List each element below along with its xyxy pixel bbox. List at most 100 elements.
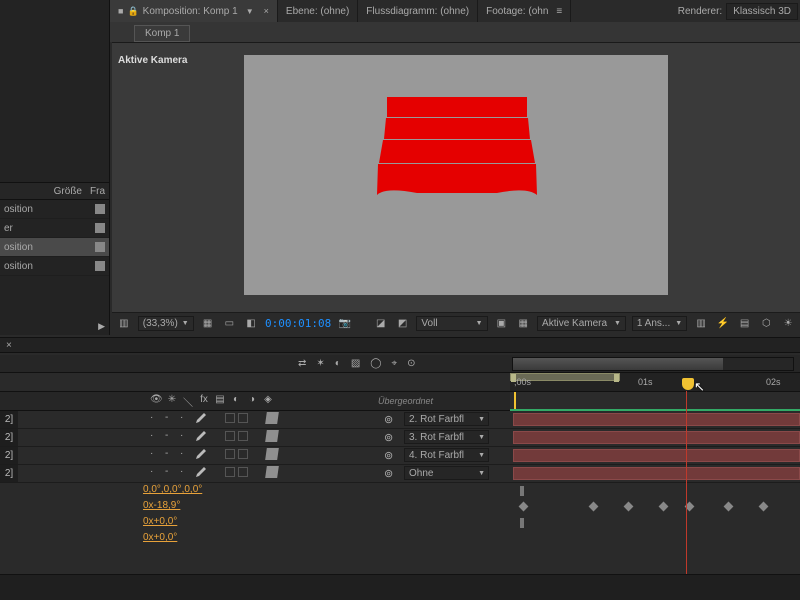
checkbox[interactable] [238,449,248,459]
eye-toggle[interactable]: · [150,412,162,424]
time-ruler[interactable]: ;00s 01s 02s ↖ [510,373,800,391]
shy-icon[interactable]: ⇄ [298,358,306,369]
flowchart-icon[interactable]: ⬡ [759,316,775,332]
layer-row[interactable]: 2]·-·⊚4. Rot Farbfl [0,447,800,465]
graph-editor-icon[interactable]: ⌖ [391,358,397,369]
layer-bar-track[interactable] [510,429,800,446]
scrollbar-thumb[interactable] [513,358,723,370]
keyframe-icon[interactable] [519,502,529,512]
close-icon[interactable]: × [264,6,269,16]
checkbox[interactable] [225,413,235,423]
adjustment-icon[interactable]: ◑ [246,394,258,409]
guides-icon[interactable]: ▭ [221,316,237,332]
current-time[interactable]: 0:00:01:08 [265,317,331,330]
keyframe-icon[interactable] [520,486,524,496]
tab-footage[interactable]: Footage: (ohn≡ [478,0,571,22]
keyframe-track[interactable] [510,515,800,531]
pickwhip-icon[interactable]: ⊚ [384,431,393,444]
shy-toggle[interactable]: - [165,466,177,478]
pencil-icon[interactable] [195,466,207,478]
pickwhip-icon[interactable]: ⊚ [384,449,393,462]
panel-menu-icon[interactable]: ≡ [556,6,562,17]
pencil-icon[interactable] [195,430,207,442]
shy-toggle[interactable]: - [165,448,177,460]
property-value[interactable]: 0x+0,0° [143,516,177,527]
grid-icon[interactable]: ▦ [200,316,216,332]
keyframe-icon[interactable] [520,518,524,528]
views-count-dropdown[interactable]: 1 Ans...▼ [632,316,687,331]
keyframe-track[interactable] [510,483,800,499]
keyframe-track[interactable] [510,499,800,515]
cti-line[interactable] [686,391,687,600]
shy-icon[interactable]: ✳ [166,394,178,409]
keyframe-icon[interactable] [724,502,734,512]
parent-dropdown[interactable]: 4. Rot Farbfl [404,448,489,462]
keyframe-icon[interactable] [624,502,634,512]
3d-cube-icon[interactable] [265,448,279,460]
channel-icon[interactable]: ◩ [395,316,411,332]
solo-toggle[interactable]: · [180,466,192,478]
tab-layer[interactable]: Ebene: (ohne) [278,0,358,22]
reset-exposure-icon[interactable]: ☀ [780,316,796,332]
cti-head[interactable] [682,378,694,390]
keyframe-icon[interactable] [759,502,769,512]
layer-bar[interactable] [513,413,800,426]
layer-row[interactable]: 2]·-·⊚Ohne [0,465,800,483]
eye-toggle[interactable]: · [150,448,162,460]
project-row[interactable]: osition [0,200,109,219]
eye-icon[interactable]: 👁 [150,394,162,409]
3d-icon[interactable]: ◈ [262,394,274,409]
fx-icon[interactable]: fx [198,394,210,409]
scrollbar[interactable] [512,357,794,371]
3d-cube-icon[interactable] [265,466,279,478]
checkbox[interactable] [225,431,235,441]
layer-bar[interactable] [513,449,800,462]
layer-bar-track[interactable] [510,447,800,464]
channel-icon[interactable]: ◪ [373,316,389,332]
fast-preview-icon[interactable]: ⚡ [715,316,731,332]
pencil-icon[interactable] [195,412,207,424]
star-icon[interactable]: ✶ [316,358,324,369]
brainstorm-icon[interactable]: ◯ [370,358,381,369]
solo-toggle[interactable]: · [180,448,192,460]
shy-toggle[interactable]: - [165,412,177,424]
solo-toggle[interactable]: · [180,412,192,424]
solo-toggle[interactable]: · [180,430,192,442]
property-value[interactable]: 0,0°,0,0°,0,0° [143,484,202,495]
3d-cube-icon[interactable] [265,430,279,442]
property-value[interactable]: 0x-18,9° [143,500,180,511]
roi-icon[interactable]: ▣ [494,316,510,332]
eye-toggle[interactable]: · [150,430,162,442]
layer-bar[interactable] [513,467,800,480]
property-row[interactable]: 0x-18,9° [0,499,800,515]
pencil-icon[interactable] [195,448,207,460]
layer-row[interactable]: 2]·-·⊚2. Rot Farbfl [0,411,800,429]
timeline-icon[interactable]: ▤ [737,316,753,332]
pickwhip-icon[interactable]: ⊚ [384,413,393,426]
keyframe-icon[interactable] [659,502,669,512]
layer-bar-track[interactable] [510,465,800,482]
project-row[interactable]: er [0,219,109,238]
keyframe-track[interactable] [510,531,800,547]
zoom-dropdown[interactable]: (33,3%)▼ [138,316,194,331]
mask-icon[interactable]: ◧ [243,316,259,332]
expand-icon[interactable]: ▶ [98,321,105,335]
renderer-dropdown[interactable]: Klassisch 3D [726,3,798,20]
checkbox[interactable] [238,413,248,423]
parent-dropdown[interactable]: 3. Rot Farbfl [404,430,489,444]
project-row[interactable]: osition [0,257,109,276]
always-preview-icon[interactable]: ▥ [116,316,132,332]
composition-canvas[interactable] [244,55,668,295]
close-panel-icon[interactable]: × [0,338,18,353]
checkbox[interactable] [225,449,235,459]
effects-icon[interactable]: ＼ [182,394,194,409]
pickwhip-icon[interactable]: ⊚ [384,467,393,480]
keyframe-icon[interactable] [589,502,599,512]
property-row[interactable]: 0x+0,0° [0,515,800,531]
eye-toggle[interactable]: · [150,466,162,478]
frame-blend-icon[interactable]: ◐ [335,358,341,369]
checkbox[interactable] [225,467,235,477]
checkbox[interactable] [238,431,248,441]
tab-flowchart[interactable]: Flussdiagramm: (ohne) [358,0,478,22]
property-value[interactable]: 0x+0,0° [143,532,177,543]
